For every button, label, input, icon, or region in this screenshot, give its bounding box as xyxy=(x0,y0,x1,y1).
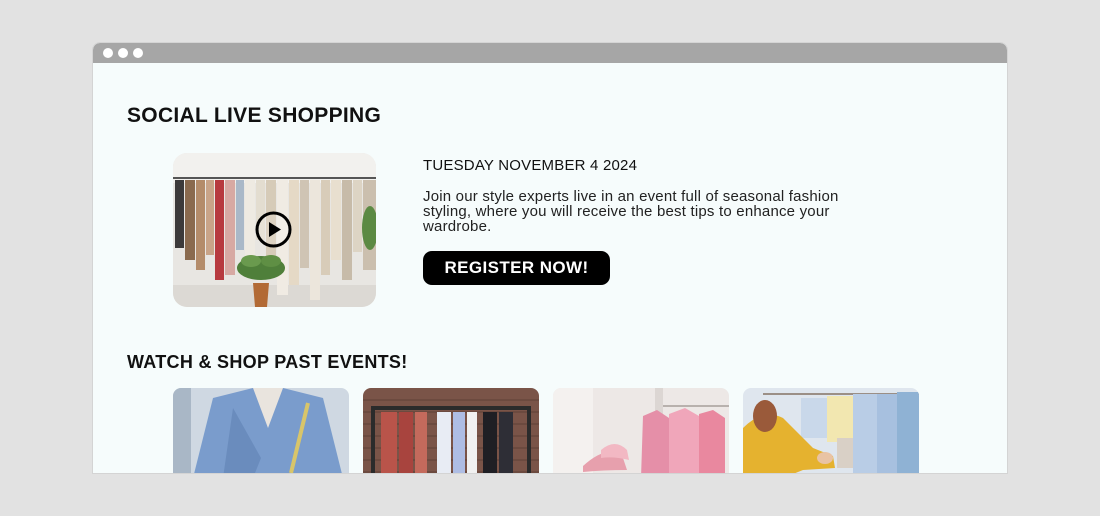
pink-shirts-photo xyxy=(553,388,729,473)
browser-window: SOCIAL LIVE SHOPPING TUESDAY NOVEMBER 4 … xyxy=(93,43,1007,473)
event-description: Join our style experts live in an event … xyxy=(423,188,839,235)
past-event-card[interactable] xyxy=(743,388,919,473)
yellow-jacket-shopper-photo xyxy=(743,388,919,473)
register-button[interactable]: REGISTER NOW! xyxy=(423,251,610,285)
window-titlebar xyxy=(93,43,1007,63)
clothing-rack-brick-photo xyxy=(363,388,539,473)
past-events-title: WATCH & SHOP PAST EVENTS! xyxy=(127,352,408,372)
window-control-dot[interactable] xyxy=(133,48,143,58)
blue-blazer-photo xyxy=(173,388,349,473)
window-control-dot[interactable] xyxy=(118,48,128,58)
live-section-title: SOCIAL LIVE SHOPPING xyxy=(127,104,382,127)
play-icon[interactable] xyxy=(255,211,292,248)
past-event-card[interactable] xyxy=(553,388,729,473)
past-event-card[interactable] xyxy=(363,388,539,473)
past-event-card[interactable] xyxy=(173,388,349,473)
window-control-dot[interactable] xyxy=(103,48,113,58)
live-video-thumbnail[interactable] xyxy=(173,153,376,307)
event-date: TUESDAY NOVEMBER 4 2024 xyxy=(423,157,638,174)
